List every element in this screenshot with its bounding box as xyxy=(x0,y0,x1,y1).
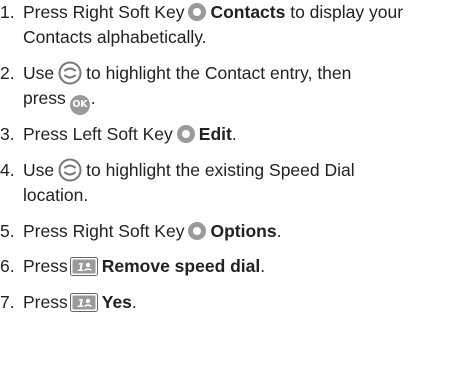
step-number: 7. xyxy=(0,292,15,312)
number-1-key-icon: 1 xyxy=(69,293,98,312)
step-text-suffix: . xyxy=(276,221,282,241)
step-text: Press Right Soft Key Options. xyxy=(23,219,448,244)
step-text-prefix: Use xyxy=(23,160,55,180)
step-text-prefix: Press Right Soft Key xyxy=(23,2,185,22)
step-text-line2-suffix: . xyxy=(90,88,96,108)
key-function-label: Contacts xyxy=(210,2,286,22)
menu-option-label: Remove speed dial xyxy=(101,256,261,276)
step-text-line2: location. xyxy=(23,185,89,205)
left-soft-key-icon xyxy=(176,125,195,143)
step-text-prefix: Press xyxy=(23,256,68,276)
step-text-line2: Contacts alphabetically. xyxy=(23,27,207,47)
step-text: Press Left Soft Key Edit. xyxy=(23,122,448,147)
step-text-suffix: to highlight the existing Speed Dial xyxy=(86,160,355,180)
step-text-suffix: to highlight the Contact entry, then xyxy=(86,63,352,83)
key-function-label: Options xyxy=(210,221,277,241)
step-text: Press 1 Remove speed dial. xyxy=(23,254,448,279)
step-text-prefix: Press xyxy=(23,292,68,312)
step-text-suffix: to display your xyxy=(290,2,404,22)
number-1-key-icon: 1 xyxy=(69,257,98,276)
step-text-prefix: Press Right Soft Key xyxy=(23,221,185,241)
step-text: Press 1 Yes. xyxy=(23,290,448,315)
step-text: Use to highlight the existing Speed Dial… xyxy=(23,158,448,208)
step-text: Use to highlight the Contact entry, then… xyxy=(23,61,448,115)
step-number: 6. xyxy=(0,256,15,276)
svg-text:1: 1 xyxy=(77,297,85,310)
step-number: 2. xyxy=(0,63,15,83)
right-soft-key-icon xyxy=(188,3,207,21)
step-number: 3. xyxy=(0,124,15,144)
navigation-key-icon xyxy=(58,61,82,85)
right-soft-key-icon xyxy=(188,222,207,240)
step-number: 1. xyxy=(0,2,15,22)
step-text-suffix: . xyxy=(231,124,237,144)
menu-option-label: Yes xyxy=(101,292,132,312)
step-text-prefix: Press Left Soft Key xyxy=(23,124,173,144)
svg-text:1: 1 xyxy=(77,261,85,274)
step-text-prefix: Use xyxy=(23,63,55,83)
step-text-suffix: . xyxy=(131,292,137,312)
key-function-label: Edit xyxy=(198,124,232,144)
step-text: Press Right Soft Key Contacts to display … xyxy=(23,0,448,50)
ok-key-icon: OK xyxy=(69,95,90,115)
step-text-suffix: . xyxy=(260,256,266,276)
navigation-key-icon xyxy=(58,158,82,182)
step-number: 5. xyxy=(0,221,15,241)
step-number: 4. xyxy=(0,160,15,180)
step-text-line2-prefix: press xyxy=(23,88,66,108)
